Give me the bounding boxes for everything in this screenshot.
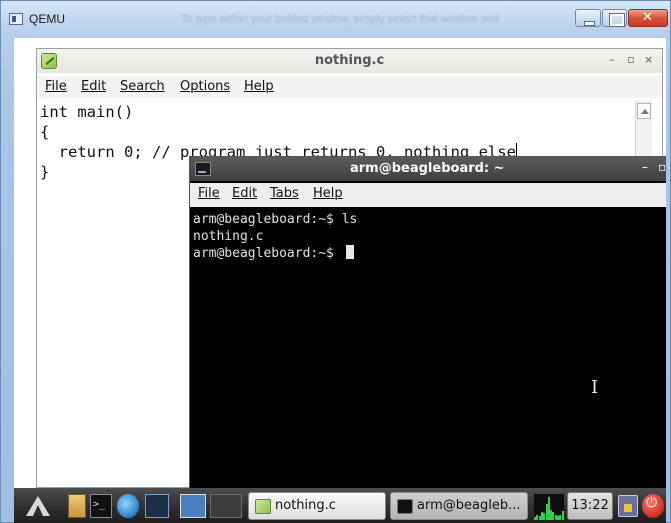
editor-menu-help[interactable]: Help (244, 79, 274, 94)
cpu-load-bar (536, 515, 538, 520)
terminal-line: nothing.c (193, 229, 264, 244)
editor-maximize-button[interactable]: ▫ (627, 53, 634, 66)
scroll-up-arrow-icon[interactable] (637, 103, 651, 119)
mouse-ibeam-cursor-icon: I (591, 377, 599, 398)
code-line: } (40, 163, 50, 181)
start-menu-icon[interactable] (20, 494, 56, 518)
terminal-window: arm@beagleboard: ~ – ▫ File Edit Tabs He… (189, 156, 666, 496)
lock-screen-icon[interactable] (618, 495, 638, 517)
editor-menu-file[interactable]: File (45, 79, 67, 94)
taskbar-item-label: nothing.c (275, 498, 336, 513)
web-browser-icon[interactable] (117, 494, 139, 518)
terminal-icon (397, 499, 413, 514)
cpu-load-bar (559, 515, 561, 520)
editor-menubar: File Edit Search Options Help (37, 76, 662, 98)
file-manager-icon[interactable] (68, 494, 86, 518)
taskbar-item-terminal[interactable]: arm@beagleb... (390, 492, 528, 520)
code-line: { (40, 123, 50, 141)
minimize-button[interactable] (575, 9, 601, 27)
terminal-launcher-icon[interactable] (90, 494, 112, 518)
terminal-block-cursor (345, 245, 354, 259)
close-button[interactable] (628, 9, 668, 27)
terminal-line: arm@beagleboard:~$ (193, 245, 354, 262)
cpu-monitor-graph[interactable] (534, 494, 564, 520)
qemu-window: QEMU To type within your bolded window, … (0, 0, 671, 523)
code-line: int main() (40, 103, 134, 121)
terminal-menu-help[interactable]: Help (313, 186, 343, 201)
editor-close-button[interactable]: × (644, 53, 653, 66)
terminal-menu-file[interactable]: File (198, 186, 220, 201)
monitor-icon[interactable] (145, 494, 169, 518)
terminal-close-button[interactable]: ▫ (658, 160, 666, 174)
terminal-minimize-button[interactable]: – (642, 160, 648, 174)
editor-titlebar[interactable]: nothing.c – ▫ × (37, 49, 662, 73)
terminal-icon (195, 162, 211, 176)
terminal-menu-tabs[interactable]: Tabs (270, 186, 299, 201)
qemu-hint-text: To type within your bolded window, simpl… (181, 13, 499, 25)
terminal-menu-edit[interactable]: Edit (232, 186, 257, 201)
guest-desktop: nothing.c – ▫ × File Edit Search Options… (14, 38, 666, 523)
editor-title: nothing.c (314, 53, 385, 68)
text-editor-icon (255, 499, 271, 514)
qemu-app-icon (9, 13, 23, 25)
desktop-1-icon[interactable] (180, 494, 206, 518)
terminal-menubar: File Edit Tabs Help (190, 183, 666, 207)
cpu-load-bar (543, 513, 545, 520)
taskbar-item-label: arm@beagleb... (417, 498, 521, 513)
terminal-titlebar[interactable]: arm@beagleboard: ~ – ▫ (190, 157, 666, 181)
terminal-title: arm@beagleboard: ~ (350, 161, 505, 176)
taskbar-item-editor[interactable]: nothing.c (248, 492, 386, 520)
terminal-prompt: arm@beagleboard:~$ (193, 246, 342, 261)
desktop-2-icon[interactable] (210, 494, 242, 518)
terminal-output[interactable]: arm@beagleboard:~$ ls nothing.c arm@beag… (193, 211, 666, 491)
cpu-load-bar (552, 512, 554, 520)
editor-menu-options[interactable]: Options (180, 79, 230, 94)
terminal-line: arm@beagleboard:~$ ls (193, 212, 358, 227)
editor-menu-search[interactable]: Search (120, 79, 165, 94)
cpu-load-bar (562, 511, 564, 520)
qemu-window-title: QEMU (29, 12, 65, 26)
clock[interactable]: 13:22 (567, 492, 613, 520)
taskbar: nothing.c arm@beagleb... 13:22 (14, 488, 666, 523)
power-icon[interactable] (642, 494, 664, 518)
editor-menu-edit[interactable]: Edit (81, 79, 106, 94)
editor-minimize-button[interactable]: – (609, 53, 615, 66)
maximize-button[interactable] (602, 9, 627, 27)
qemu-titlebar[interactable]: QEMU To type within your bolded window, … (1, 1, 670, 37)
